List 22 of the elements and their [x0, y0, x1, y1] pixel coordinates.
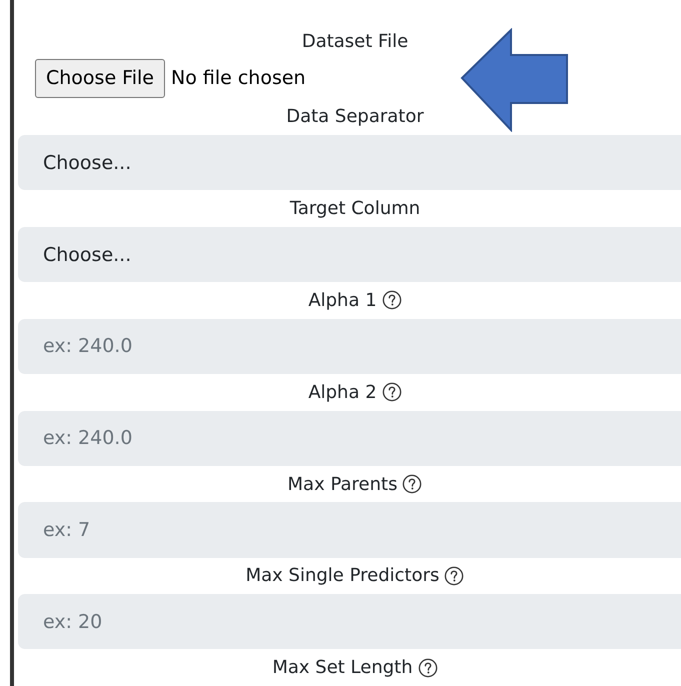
field-label: Target Column — [290, 198, 420, 220]
choose-file-button[interactable]: Choose File — [35, 58, 165, 98]
field-label: Max Parents — [288, 474, 398, 495]
help-icon[interactable] — [418, 658, 438, 678]
help-icon[interactable] — [382, 290, 402, 310]
input-field[interactable]: ex: 20 — [18, 594, 681, 650]
arrow-icon — [460, 28, 570, 132]
file-status: No file chosen — [170, 67, 306, 90]
field-label: Dataset File — [302, 30, 408, 52]
input-field[interactable]: ex: 240.0 — [18, 318, 681, 374]
select-field[interactable]: Choose... — [18, 135, 681, 190]
select-field[interactable]: Choose... — [18, 226, 681, 282]
field-label: Alpha 2 — [308, 382, 377, 403]
help-icon[interactable] — [444, 566, 464, 586]
input-field[interactable]: ex: 240.0 — [18, 410, 681, 466]
help-icon[interactable] — [402, 474, 422, 494]
help-icon[interactable] — [382, 382, 402, 402]
field-label: Alpha 1 — [308, 290, 377, 311]
field-label: Max Single Predictors — [246, 565, 440, 586]
field-label: Data Separator — [286, 106, 424, 128]
input-field[interactable]: ex: 7 — [18, 502, 681, 558]
field-label: Max Set Length — [272, 657, 413, 678]
